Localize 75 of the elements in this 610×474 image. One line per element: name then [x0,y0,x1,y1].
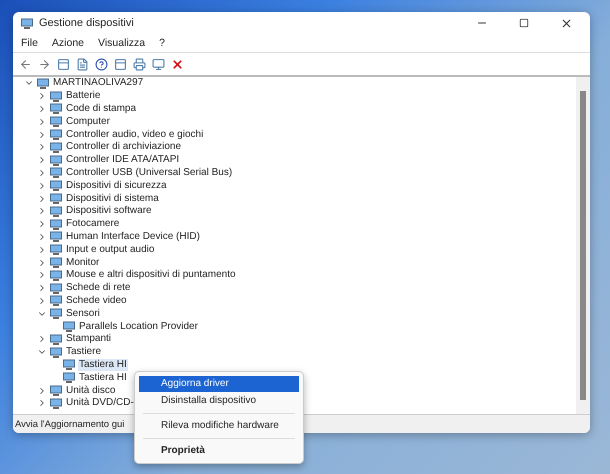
tree-item[interactable]: Dispositivi software [65,205,153,218]
tree-item[interactable]: Unità DVD/CD- [65,397,135,410]
window-icon[interactable] [57,58,70,70]
tree-item[interactable]: Schede video [65,294,128,307]
device-icon [50,334,62,345]
tree-item[interactable]: Controller USB (Universal Serial Bus) [65,166,234,179]
device-icon [50,308,62,320]
tree-item[interactable]: Fotocamere [65,218,120,230]
window-icon[interactable] [114,58,127,70]
tree-item[interactable]: Batterie [65,90,102,102]
device-icon [50,295,62,306]
close-icon[interactable] [560,16,572,30]
tree-item[interactable]: Tastiera HI [78,358,128,371]
device-icon [50,385,62,396]
tree-item[interactable]: Controller audio, video e giochi [65,128,204,141]
tree-item[interactable]: Tastiere [65,346,102,358]
delete-icon[interactable] [171,58,184,70]
tree-item[interactable]: Stampanti [65,333,112,346]
tree-item[interactable]: Schede di rete [65,282,132,294]
monitor-icon[interactable] [152,58,165,70]
tree-item[interactable]: Controller IDE ATA/ATAPI [65,154,180,166]
device-icon [63,372,75,384]
device-icon [50,129,62,140]
forward-arrow-icon[interactable] [38,58,51,70]
menu-item[interactable]: ? [159,37,165,49]
tree-item[interactable]: Computer [65,116,111,128]
scrollbar-thumb[interactable] [580,91,586,400]
status-text: Avvia l'Aggiornamento gui [15,418,124,430]
menu-item[interactable]: Visualizza [98,37,146,49]
tree-item[interactable]: Dispositivi di sicurezza [65,180,168,192]
device-icon [50,167,62,178]
tree-item[interactable]: Tastiera HI [78,372,128,384]
tree-item[interactable]: Parallels Location Provider [78,320,199,333]
device-icon [63,359,75,370]
device-icon [37,78,49,89]
device-icon [50,103,62,114]
tree-item[interactable]: Controller di archiviazione [65,141,182,154]
device-icon [50,257,62,268]
tree-item[interactable]: Monitor [65,256,100,269]
device-icon [50,180,62,192]
device-icon [50,154,62,166]
device-icon [63,321,75,332]
tree-item[interactable]: Input e output audio [65,244,156,256]
device-icon [50,90,62,102]
device-icon [21,18,33,28]
device-icon [50,218,62,230]
tree-item[interactable]: MARTINAOLIVA297 [52,77,144,90]
device-icon [50,244,62,256]
device-icon [50,282,62,294]
menu-option[interactable]: Aggiorna driver [139,376,299,392]
tree-item[interactable]: Dispositivi di sistema [65,192,160,205]
device-icon [50,231,62,242]
device-icon [50,116,62,128]
device-icon [50,398,62,409]
tree-item[interactable]: Human Interface Device (HID) [65,230,201,243]
help-icon[interactable] [95,58,108,70]
tree-item[interactable]: Mouse e altri dispositivi di puntamento [65,269,237,282]
tree-item[interactable]: Sensori [65,308,101,320]
device-icon [50,346,62,358]
window-title: Gestione dispositivi [39,17,135,29]
device-icon [50,206,62,217]
printer-icon[interactable] [133,58,146,70]
device-icon [50,193,62,204]
tree-item[interactable]: Unità disco [65,384,116,397]
back-arrow-icon[interactable] [19,58,32,70]
menu-option[interactable]: Rileva modifiche hardware [139,418,299,434]
menu-option[interactable]: Disinstalla dispositivo [139,393,299,409]
document-icon[interactable] [76,58,89,70]
device-icon [50,142,62,153]
tree-item[interactable]: Code di stampa [65,102,138,115]
maximize-icon[interactable] [519,18,529,28]
device-icon [50,270,62,281]
menu-option[interactable]: Proprietà [139,443,299,459]
menu-item[interactable]: File [21,37,38,49]
menu-item[interactable]: Azione [52,37,84,49]
